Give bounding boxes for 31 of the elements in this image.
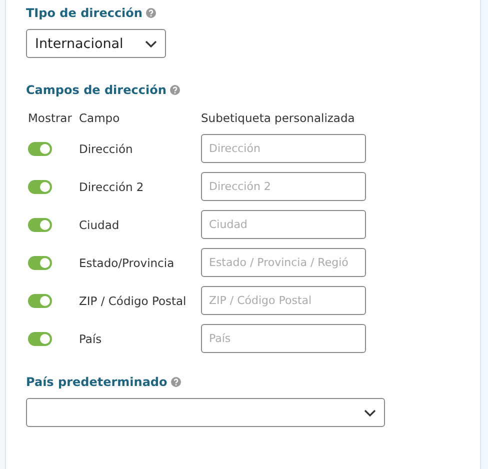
country-select[interactable] <box>26 398 385 427</box>
toggle-switch[interactable] <box>28 142 52 156</box>
sublabel-input[interactable]: ZIP / Código Postal <box>201 286 366 315</box>
column-header: Mostrar <box>28 111 73 125</box>
column-header: Campo <box>79 111 121 125</box>
section-title: Campos de dirección <box>26 83 166 97</box>
sublabel-input[interactable]: Dirección 2 <box>201 172 366 201</box>
toggle-switch[interactable] <box>28 256 52 270</box>
sublabel-input[interactable]: Dirección <box>201 134 366 163</box>
help-icon <box>171 377 182 387</box>
field-name: Dirección <box>79 142 134 156</box>
toggle-switch[interactable] <box>28 218 52 232</box>
field-name: Dirección 2 <box>79 180 145 194</box>
sublabel-input[interactable]: Ciudad <box>201 210 366 239</box>
column-header: Subetiqueta personalizada <box>201 111 356 125</box>
toggle-switch[interactable] <box>28 332 52 346</box>
toggle-switch[interactable] <box>28 294 52 308</box>
sublabel-input[interactable]: País <box>201 324 366 353</box>
toggle-switch[interactable] <box>28 180 52 194</box>
field-name: ZIP / Código Postal <box>79 294 188 308</box>
help-icon <box>170 85 180 95</box>
help-icon <box>146 8 156 18</box>
chevron-down-icon <box>364 408 376 416</box>
section-title: País predeterminado <box>26 375 168 389</box>
chevron-down-icon <box>145 40 157 48</box>
sublabel-input[interactable]: Estado / Provincia / Regió <box>201 248 366 277</box>
section-title: TIpo de dirección <box>26 6 142 20</box>
field-name: Ciudad <box>79 218 120 232</box>
address-type-select[interactable]: Internacional <box>26 29 166 58</box>
field-name: País <box>79 332 103 346</box>
field-name: Estado/Provincia <box>79 256 176 270</box>
